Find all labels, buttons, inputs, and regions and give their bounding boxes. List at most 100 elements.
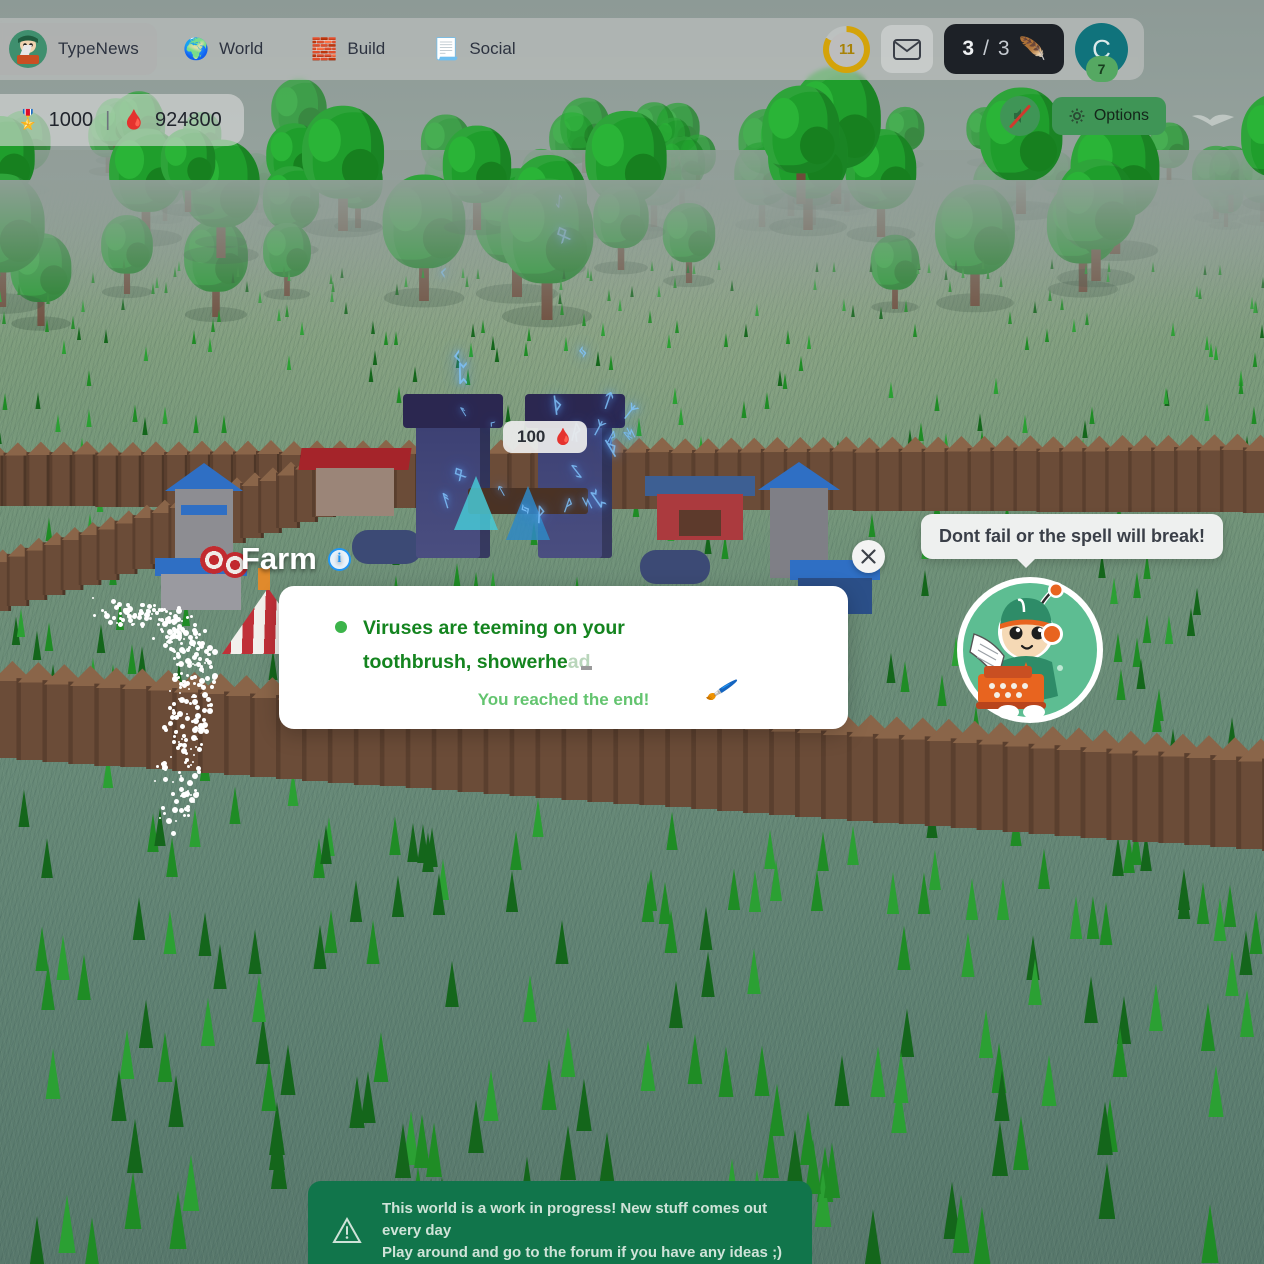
- particle: [205, 676, 210, 681]
- particle: [186, 648, 190, 652]
- info-icon[interactable]: i: [327, 547, 351, 571]
- grass-blade: [255, 1015, 271, 1064]
- particle: [171, 619, 175, 623]
- mail-button[interactable]: [881, 25, 934, 73]
- warning-triangle-icon: [332, 1216, 362, 1243]
- medal-icon: 🎖️: [16, 110, 40, 131]
- grass-blade: [992, 1121, 1008, 1176]
- particle: [171, 831, 176, 836]
- grass-blade: [1097, 1101, 1113, 1155]
- particle: [176, 663, 179, 666]
- grass-blade: [56, 935, 70, 980]
- particle: [175, 730, 178, 733]
- particle: [92, 597, 94, 599]
- particle: [118, 622, 123, 627]
- hp-badge: 100 🩸: [503, 421, 588, 453]
- grass-blade: [366, 919, 380, 964]
- particle: [151, 613, 153, 615]
- grass-blade: [641, 879, 655, 922]
- grass-blade: [1177, 868, 1191, 910]
- resource-bar: 🎖️ 1000 | 🩸 924800: [0, 94, 244, 146]
- particle: [172, 634, 175, 637]
- particle: [184, 699, 189, 704]
- nav-item-world[interactable]: 🌍 World: [161, 31, 285, 68]
- grass-blade: [2, 393, 8, 410]
- grass-blade: [373, 1032, 389, 1082]
- nav-item-build[interactable]: 🧱 Build: [289, 31, 407, 68]
- particle: [179, 686, 182, 689]
- particle: [179, 692, 181, 694]
- profile-button[interactable]: C 7: [1075, 22, 1128, 82]
- particle: [188, 688, 190, 690]
- particle: [193, 754, 195, 756]
- particle: [181, 748, 187, 754]
- particle: [193, 801, 195, 803]
- grass-blade: [124, 1171, 142, 1229]
- fence-post: [49, 452, 73, 506]
- grass-blade: [952, 1194, 970, 1253]
- fence-post: [1236, 756, 1264, 849]
- grass-blade: [286, 355, 292, 370]
- fence-post: [141, 452, 165, 507]
- options-button[interactable]: Options: [1051, 97, 1166, 135]
- particle: [111, 599, 116, 604]
- particle: [200, 743, 203, 746]
- grass-blade: [432, 873, 446, 915]
- typing-bullet-icon: [335, 621, 347, 633]
- grass-blade: [727, 868, 741, 910]
- particle: [180, 724, 185, 729]
- panel-title: Farm i: [241, 541, 351, 577]
- energy-badge[interactable]: 3 / 3 🪶: [944, 24, 1064, 74]
- grass-blade: [560, 1027, 576, 1077]
- particle: [197, 647, 200, 650]
- nav-item-social[interactable]: 📃 Social: [411, 31, 537, 68]
- grass-blade: [994, 1069, 1010, 1121]
- particle: [200, 641, 205, 646]
- grass-blade: [1086, 896, 1100, 939]
- info-toast: This world is a work in progress! New st…: [308, 1181, 812, 1264]
- grass-blade: [252, 975, 266, 1022]
- grass-blade: [764, 392, 770, 409]
- grass-blade: [468, 342, 474, 357]
- rune-glyph: ᚲ: [449, 342, 465, 370]
- particle: [172, 807, 178, 813]
- mute-toggle-button[interactable]: [999, 96, 1040, 136]
- typewriter-mascot-avatar[interactable]: [950, 570, 1110, 730]
- brick-wall-icon: 🧱: [311, 37, 338, 61]
- grass-blade: [699, 906, 713, 950]
- nav-label: Build: [347, 39, 386, 58]
- game-screen: ᚱᚲᛉᚦᛋᚨᛏᛟᛇᚹᛈᛃᚱᚲᛉᚦᛋᚨᛏᛟᛇᚹᛈᛃᚱᚲ TypeNews 🌍 Wo…: [0, 0, 1264, 1264]
- particle: [126, 603, 130, 607]
- particle: [175, 820, 177, 822]
- particle: [160, 608, 164, 612]
- grass-blade: [58, 1194, 76, 1253]
- blood-drop-icon: 🩸: [122, 110, 147, 131]
- timer-ring-icon[interactable]: 11: [823, 25, 871, 73]
- grass-blade: [669, 980, 683, 1028]
- building-house-blue: [645, 476, 755, 542]
- fence-post: [26, 452, 50, 506]
- grass-blade: [1196, 881, 1210, 924]
- grass-blade: [701, 951, 715, 997]
- brand-button[interactable]: TypeNews: [0, 23, 157, 75]
- grass-blade: [368, 366, 374, 382]
- particle: [190, 676, 194, 680]
- level-value: 7: [1097, 60, 1106, 77]
- particle: [157, 623, 160, 626]
- particle: [183, 814, 186, 817]
- particle: [186, 674, 189, 677]
- close-button[interactable]: [852, 540, 885, 573]
- fence-post: [118, 452, 142, 507]
- grass-blade: [847, 825, 859, 865]
- typing-line: Viruses are teeming on your toothbrush, …: [335, 612, 792, 707]
- grass-blade: [138, 999, 154, 1048]
- particle: [194, 664, 196, 666]
- grass-blade: [576, 1078, 592, 1131]
- particle: [172, 781, 174, 783]
- grass-blade: [993, 377, 999, 394]
- grass-blade: [1028, 958, 1042, 1005]
- grass-blade: [786, 1129, 804, 1184]
- particle: [192, 761, 194, 763]
- grass-blade: [1149, 983, 1163, 1031]
- typing-challenge-card[interactable]: Viruses are teeming on your toothbrush, …: [279, 586, 848, 729]
